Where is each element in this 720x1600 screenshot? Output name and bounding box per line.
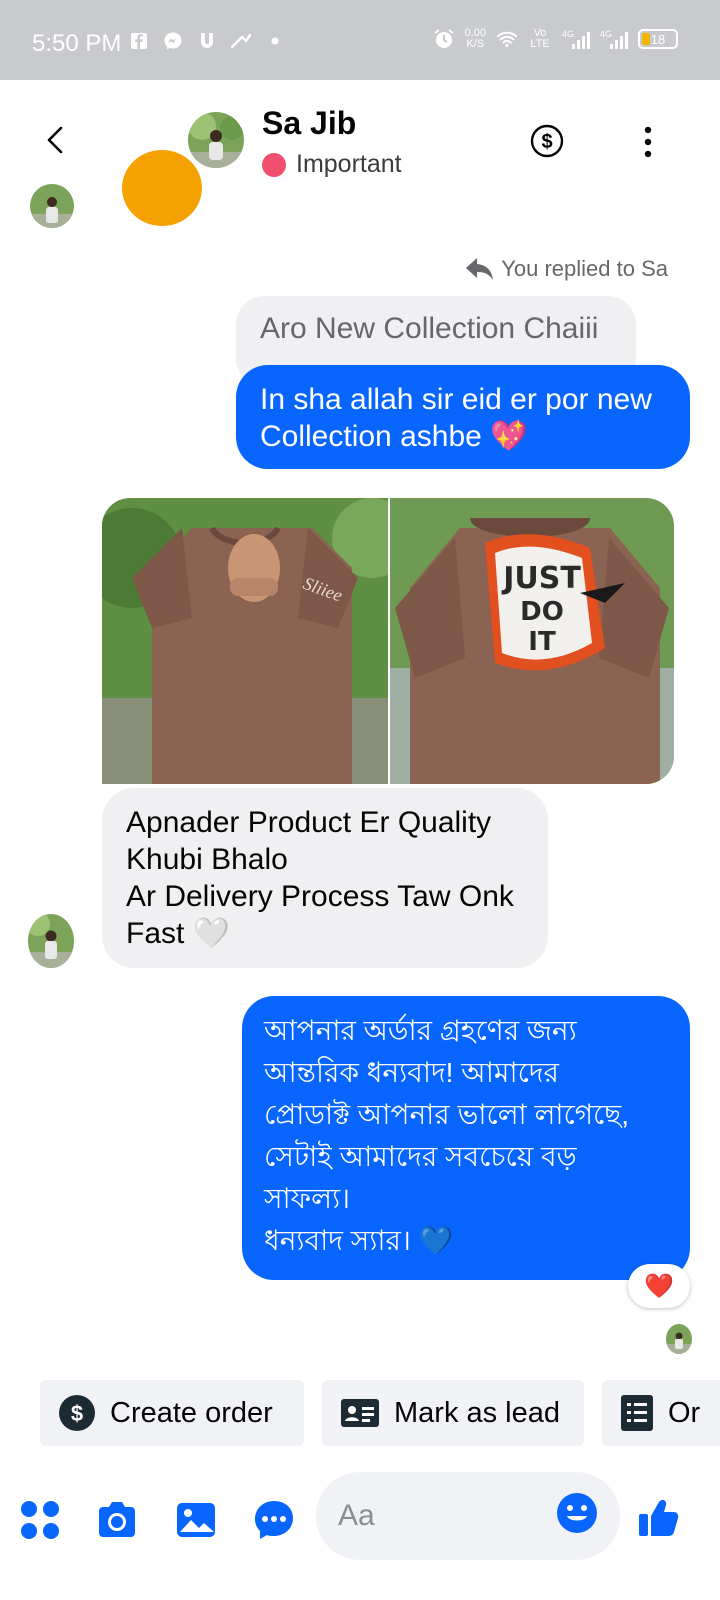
message-line: Khubi Bhalo (126, 843, 288, 876)
reply-note: You replied to Sa (465, 256, 668, 282)
label-text: Important (296, 150, 402, 178)
more-notifications-dot-icon (264, 30, 286, 52)
svg-text:4G: 4G (600, 29, 612, 39)
svg-text:$: $ (541, 131, 552, 153)
outgoing-message-1[interactable]: In sha allah sir eid er por new Collecti… (236, 365, 690, 469)
message-line: Collection ashbe 💖 (260, 420, 528, 453)
more-options-icon[interactable] (636, 124, 660, 160)
reply-note-text: You replied to Sa (501, 256, 668, 281)
wifi-icon (496, 28, 518, 50)
contact-avatar[interactable] (188, 112, 244, 168)
dollar-circle-icon: $ (59, 1395, 95, 1431)
svg-text:$: $ (71, 1401, 83, 1426)
photo-shirt-text-3: DO (520, 597, 564, 627)
gallery-icon[interactable] (174, 1498, 218, 1542)
document-list-icon (621, 1395, 653, 1431)
incoming-message-1[interactable]: Apnader Product Er Quality Khubi Bhalo A… (102, 788, 548, 968)
message-line: আপনার অর্ডার গ্রহণের জন্য (264, 1015, 577, 1046)
message-line: Ar Delivery Process Taw Onk (126, 880, 514, 913)
heart-reaction[interactable]: ❤️ (628, 1264, 690, 1308)
shared-photo-front[interactable]: Sliiee (102, 498, 388, 784)
camera-icon[interactable] (95, 1498, 139, 1542)
label-dot-icon (262, 152, 286, 177)
create-order-label: Create order (110, 1396, 273, 1429)
heart-reaction-icon: ❤️ (644, 1272, 674, 1300)
clipped-emoji-sticker (122, 150, 202, 226)
alarm-icon (433, 28, 455, 50)
orders-button[interactable]: Or (602, 1380, 720, 1446)
message-line: আন্তরিক ধন্যবাদ! আমাদের (264, 1057, 559, 1088)
data-speed: 0.00 K/S (465, 28, 486, 50)
messenger-icon (162, 30, 184, 52)
message-composer (0, 1466, 720, 1576)
message-line: Fast 🤍 (126, 917, 231, 950)
outgoing-message-2[interactable]: আপনার অর্ডার গ্রহণের জন্য আন্তরিক ধন্যবা… (242, 996, 690, 1280)
seen-indicator-avatar (666, 1324, 692, 1354)
system-icons: 0.00 K/S Vo LTE 4G 4G 18 (433, 28, 678, 50)
mark-as-lead-button[interactable]: Mark as lead (322, 1380, 584, 1446)
signal-4g-icon-1: 4G (562, 28, 590, 50)
mark-as-lead-label: Mark as lead (394, 1396, 561, 1429)
message-line: In sha allah sir eid er por new (260, 383, 652, 416)
phone-signal-icon (230, 30, 252, 52)
contact-name[interactable]: Sa Jib (262, 105, 356, 142)
contact-card-icon (341, 1399, 379, 1427)
sender-avatar[interactable] (28, 914, 74, 968)
shared-photo-back[interactable]: JUST DO IT (390, 498, 674, 784)
message-line: Apnader Product Er Quality (126, 806, 492, 839)
photo-shirt-text-4: IT (528, 627, 556, 657)
battery-icon: 18 (638, 29, 678, 49)
message-line: সেটাই আমাদের সবচেয়ে বড় (264, 1141, 577, 1172)
apps-menu-icon[interactable] (18, 1498, 62, 1542)
sender-avatar-top (30, 184, 74, 228)
status-bar: 5:50 PM 0.00 K/S Vo LTE 4G 4G 18 (0, 0, 720, 80)
notification-icons (128, 30, 286, 52)
volte-indicator: Vo LTE (530, 27, 550, 50)
create-order-button[interactable]: $ Create order (40, 1380, 304, 1446)
svg-text:4G: 4G (562, 29, 574, 39)
dollar-sign-icon[interactable]: $ (530, 124, 564, 158)
message-line: প্রোডাক্ট আপনার ভালো লাগেছে, (264, 1099, 630, 1130)
emoji-icon[interactable] (556, 1492, 598, 1534)
battery-level: 18 (650, 31, 666, 47)
message-line: ধন্যবাদ স্যার। 💙 (264, 1225, 454, 1256)
chat-bubble-icon[interactable] (252, 1498, 296, 1542)
back-arrow-icon[interactable] (38, 122, 74, 158)
data-speed-unit: K/S (466, 38, 485, 50)
thumbs-up-icon[interactable] (636, 1494, 682, 1540)
photo-shirt-text-2: JUST (501, 561, 581, 596)
reply-arrow-icon (466, 258, 494, 280)
message-line: সাফল্য। (264, 1183, 351, 1214)
quick-actions-bar[interactable]: $ Create order Mark as lead Or (0, 1380, 720, 1450)
contact-label[interactable]: Important (262, 150, 402, 179)
signal-4g-icon-2: 4G (600, 28, 628, 50)
facebook-icon (128, 30, 150, 52)
orders-label: Or (668, 1396, 701, 1429)
status-time: 5:50 PM (32, 30, 122, 57)
app-notification-icon (196, 30, 218, 52)
